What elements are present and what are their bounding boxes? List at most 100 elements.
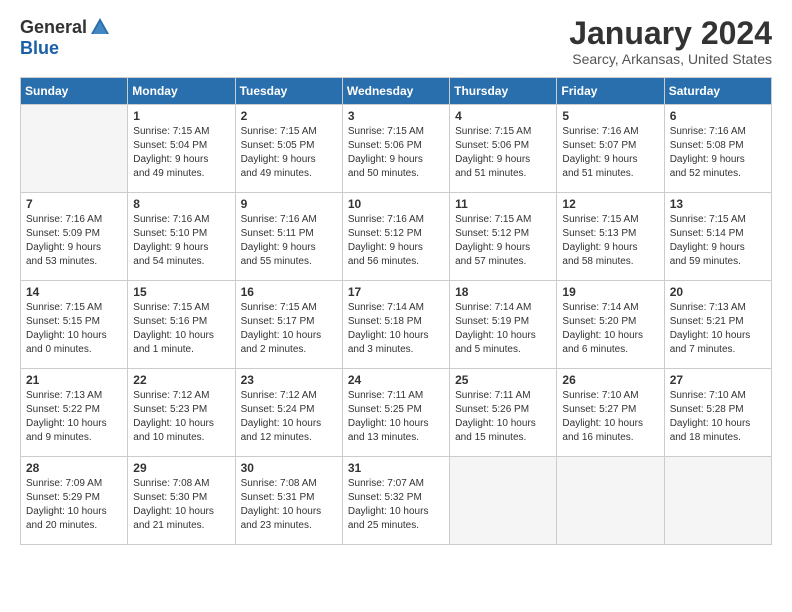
day-number: 22 (133, 373, 229, 387)
day-cell: 15 Sunrise: 7:15 AM Sunset: 5:16 PM Dayli… (128, 281, 235, 369)
week-row-2: 7Sunrise: 7:16 AM Sunset: 5:09 PM Daylig… (21, 193, 772, 281)
day-number: 27 (670, 373, 766, 387)
day-cell (664, 457, 771, 545)
day-cell: 1 Sunrise: 7:15 AM Sunset: 5:04 PM Daylig… (128, 105, 235, 193)
day-cell: 25 Sunrise: 7:11 AM Sunset: 5:26 PM Dayli… (450, 369, 557, 457)
logo-blue-text: Blue (20, 38, 59, 59)
day-info: Sunrise: 7:15 AM Sunset: 5:16 PM Dayligh… (133, 301, 229, 357)
page: General Blue January 2024 Searcy, Arkans… (0, 0, 792, 555)
day-info: Sunrise: 7:16 AM Sunset: 5:07 PM Dayligh… (562, 125, 658, 181)
day-info: Sunrise: 7:09 AM Sunset: 5:29 PM Dayligh… (26, 477, 122, 533)
day-cell (21, 105, 128, 193)
day-info: Sunrise: 7:08 AM Sunset: 5:31 PM Dayligh… (241, 477, 337, 533)
day-cell: 6 Sunrise: 7:16 AM Sunset: 5:08 PM Daylig… (664, 105, 771, 193)
day-info: Sunrise: 7:13 AM Sunset: 5:21 PM Dayligh… (670, 301, 766, 357)
column-header-monday: Monday (128, 78, 235, 105)
day-number: 18 (455, 285, 551, 299)
day-cell: 23 Sunrise: 7:12 AM Sunset: 5:24 PM Dayli… (235, 369, 342, 457)
day-cell: 29 Sunrise: 7:08 AM Sunset: 5:30 PM Dayli… (128, 457, 235, 545)
day-cell: 26 Sunrise: 7:10 AM Sunset: 5:27 PM Dayli… (557, 369, 664, 457)
day-cell: 31 Sunrise: 7:07 AM Sunset: 5:32 PM Dayli… (342, 457, 449, 545)
day-info: Sunrise: 7:12 AM Sunset: 5:23 PM Dayligh… (133, 389, 229, 445)
day-number: 3 (348, 109, 444, 123)
logo-icon (89, 16, 111, 38)
day-number: 31 (348, 461, 444, 475)
logo-general-text: General (20, 17, 87, 38)
day-info: Sunrise: 7:16 AM Sunset: 5:08 PM Dayligh… (670, 125, 766, 181)
day-info: Sunrise: 7:15 AM Sunset: 5:15 PM Dayligh… (26, 301, 122, 357)
day-number: 28 (26, 461, 122, 475)
day-info: Sunrise: 7:16 AM Sunset: 5:12 PM Dayligh… (348, 213, 444, 269)
day-info: Sunrise: 7:15 AM Sunset: 5:14 PM Dayligh… (670, 213, 766, 269)
day-info: Sunrise: 7:12 AM Sunset: 5:24 PM Dayligh… (241, 389, 337, 445)
day-cell (557, 457, 664, 545)
day-cell: 4 Sunrise: 7:15 AM Sunset: 5:06 PM Daylig… (450, 105, 557, 193)
day-cell: 8Sunrise: 7:16 AM Sunset: 5:10 PM Daylig… (128, 193, 235, 281)
day-cell: 13 Sunrise: 7:15 AM Sunset: 5:14 PM Dayli… (664, 193, 771, 281)
week-row-5: 28 Sunrise: 7:09 AM Sunset: 5:29 PM Dayli… (21, 457, 772, 545)
day-cell (450, 457, 557, 545)
day-number: 4 (455, 109, 551, 123)
day-info: Sunrise: 7:13 AM Sunset: 5:22 PM Dayligh… (26, 389, 122, 445)
day-number: 17 (348, 285, 444, 299)
day-number: 16 (241, 285, 337, 299)
column-header-saturday: Saturday (664, 78, 771, 105)
day-number: 6 (670, 109, 766, 123)
week-row-1: 1 Sunrise: 7:15 AM Sunset: 5:04 PM Daylig… (21, 105, 772, 193)
day-number: 12 (562, 197, 658, 211)
day-info: Sunrise: 7:16 AM Sunset: 5:11 PM Dayligh… (241, 213, 337, 269)
day-info: Sunrise: 7:15 AM Sunset: 5:05 PM Dayligh… (241, 125, 337, 181)
day-number: 19 (562, 285, 658, 299)
day-cell: 19Sunrise: 7:14 AM Sunset: 5:20 PM Dayli… (557, 281, 664, 369)
column-header-wednesday: Wednesday (342, 78, 449, 105)
day-info: Sunrise: 7:07 AM Sunset: 5:32 PM Dayligh… (348, 477, 444, 533)
day-cell: 11 Sunrise: 7:15 AM Sunset: 5:12 PM Dayli… (450, 193, 557, 281)
day-cell: 16Sunrise: 7:15 AM Sunset: 5:17 PM Dayli… (235, 281, 342, 369)
day-info: Sunrise: 7:15 AM Sunset: 5:04 PM Dayligh… (133, 125, 229, 181)
day-info: Sunrise: 7:15 AM Sunset: 5:13 PM Dayligh… (562, 213, 658, 269)
day-info: Sunrise: 7:11 AM Sunset: 5:26 PM Dayligh… (455, 389, 551, 445)
title-area: January 2024 Searcy, Arkansas, United St… (569, 16, 772, 67)
day-cell: 7Sunrise: 7:16 AM Sunset: 5:09 PM Daylig… (21, 193, 128, 281)
day-number: 13 (670, 197, 766, 211)
day-number: 2 (241, 109, 337, 123)
column-header-sunday: Sunday (21, 78, 128, 105)
day-info: Sunrise: 7:16 AM Sunset: 5:09 PM Dayligh… (26, 213, 122, 269)
day-info: Sunrise: 7:14 AM Sunset: 5:19 PM Dayligh… (455, 301, 551, 357)
day-number: 10 (348, 197, 444, 211)
day-cell: 27Sunrise: 7:10 AM Sunset: 5:28 PM Dayli… (664, 369, 771, 457)
day-info: Sunrise: 7:15 AM Sunset: 5:12 PM Dayligh… (455, 213, 551, 269)
day-info: Sunrise: 7:15 AM Sunset: 5:06 PM Dayligh… (348, 125, 444, 181)
column-header-thursday: Thursday (450, 78, 557, 105)
day-cell: 12 Sunrise: 7:15 AM Sunset: 5:13 PM Dayli… (557, 193, 664, 281)
column-header-friday: Friday (557, 78, 664, 105)
day-number: 14 (26, 285, 122, 299)
day-cell: 28 Sunrise: 7:09 AM Sunset: 5:29 PM Dayli… (21, 457, 128, 545)
day-number: 21 (26, 373, 122, 387)
day-cell: 3 Sunrise: 7:15 AM Sunset: 5:06 PM Daylig… (342, 105, 449, 193)
day-cell: 10 Sunrise: 7:16 AM Sunset: 5:12 PM Dayli… (342, 193, 449, 281)
day-cell: 17 Sunrise: 7:14 AM Sunset: 5:18 PM Dayli… (342, 281, 449, 369)
calendar-table: SundayMondayTuesdayWednesdayThursdayFrid… (20, 77, 772, 545)
day-info: Sunrise: 7:15 AM Sunset: 5:06 PM Dayligh… (455, 125, 551, 181)
day-cell: 9 Sunrise: 7:16 AM Sunset: 5:11 PM Daylig… (235, 193, 342, 281)
day-number: 29 (133, 461, 229, 475)
day-number: 23 (241, 373, 337, 387)
day-number: 25 (455, 373, 551, 387)
day-cell: 21 Sunrise: 7:13 AM Sunset: 5:22 PM Dayli… (21, 369, 128, 457)
day-number: 5 (562, 109, 658, 123)
day-number: 24 (348, 373, 444, 387)
day-cell: 20 Sunrise: 7:13 AM Sunset: 5:21 PM Dayli… (664, 281, 771, 369)
day-number: 9 (241, 197, 337, 211)
day-number: 20 (670, 285, 766, 299)
day-number: 15 (133, 285, 229, 299)
day-info: Sunrise: 7:10 AM Sunset: 5:27 PM Dayligh… (562, 389, 658, 445)
day-number: 11 (455, 197, 551, 211)
day-number: 1 (133, 109, 229, 123)
week-row-4: 21 Sunrise: 7:13 AM Sunset: 5:22 PM Dayli… (21, 369, 772, 457)
day-cell: 14 Sunrise: 7:15 AM Sunset: 5:15 PM Dayli… (21, 281, 128, 369)
day-number: 26 (562, 373, 658, 387)
day-info: Sunrise: 7:14 AM Sunset: 5:18 PM Dayligh… (348, 301, 444, 357)
day-info: Sunrise: 7:08 AM Sunset: 5:30 PM Dayligh… (133, 477, 229, 533)
day-cell: 24Sunrise: 7:11 AM Sunset: 5:25 PM Dayli… (342, 369, 449, 457)
